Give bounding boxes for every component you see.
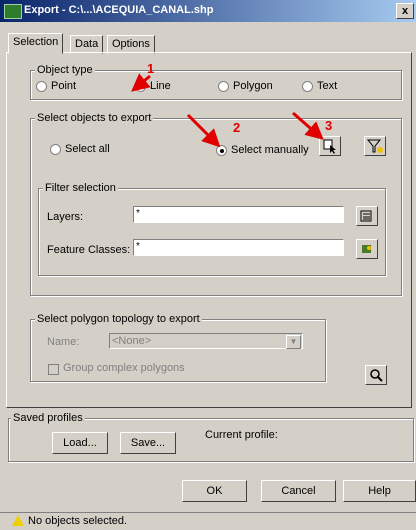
radio-point[interactable] <box>36 81 47 92</box>
annotation-2: 2 <box>233 120 241 135</box>
feature-class-icon <box>362 245 371 253</box>
radio-line[interactable] <box>135 81 146 92</box>
radio-polygon-label: Polygon <box>233 80 273 92</box>
select-objects-label: Select objects to export <box>35 112 154 124</box>
radio-select-manually-label: Select manually <box>231 144 309 156</box>
radio-polygon[interactable] <box>218 81 229 92</box>
radio-text-label: Text <box>317 80 338 92</box>
topology-name-label: Name: <box>47 336 80 348</box>
pick-objects-button[interactable] <box>319 136 341 156</box>
help-button[interactable]: Help <box>343 480 416 502</box>
cancel-button[interactable]: Cancel <box>261 480 336 502</box>
radio-select-all[interactable] <box>50 144 61 155</box>
layers-label: Layers: <box>47 211 84 223</box>
magnifier-icon <box>370 369 383 382</box>
filter-selection-label: Filter selection <box>43 182 118 194</box>
filter-icon <box>366 139 383 153</box>
layers-browse-button[interactable] <box>356 206 378 226</box>
saved-profiles-label: Saved profiles <box>11 412 85 424</box>
radio-line-label: Line <box>150 80 171 92</box>
title-bar: Export - C:\...\ACEQUIA_CANAL.shp x <box>0 0 416 22</box>
radio-select-all-label: Select all <box>65 143 110 155</box>
feature-classes-label: Feature Classes: <box>47 244 131 256</box>
chevron-down-icon: ▼ <box>286 335 301 349</box>
annotation-3: 3 <box>325 118 333 133</box>
object-type-label: Object type <box>35 64 95 76</box>
close-button[interactable]: x <box>396 3 414 19</box>
load-profile-button[interactable]: Load... <box>52 432 108 454</box>
tab-selection[interactable]: Selection <box>8 33 64 54</box>
zoom-button[interactable] <box>365 365 387 385</box>
filter-selection-group <box>38 188 386 276</box>
layers-input[interactable]: * <box>133 206 344 223</box>
save-profile-button[interactable]: Save... <box>120 432 176 454</box>
status-text: No objects selected. <box>28 515 128 527</box>
group-complex-label: Group complex polygons <box>63 362 185 374</box>
annotation-1: 1 <box>147 61 155 76</box>
warning-icon <box>12 515 24 526</box>
topology-name-value: <None> <box>112 335 152 347</box>
topology-label: Select polygon topology to export <box>35 313 202 325</box>
feature-classes-input[interactable]: * <box>133 239 344 256</box>
group-complex-checkbox[interactable] <box>48 364 59 375</box>
window-title: Export - C:\...\ACEQUIA_CANAL.shp <box>24 4 214 16</box>
pick-cursor-icon <box>323 139 336 154</box>
filter-button[interactable] <box>364 136 386 156</box>
feature-classes-browse-button[interactable] <box>356 239 378 259</box>
layers-icon <box>360 210 372 222</box>
radio-text[interactable] <box>302 81 313 92</box>
radio-point-label: Point <box>51 80 77 92</box>
radio-select-manually[interactable] <box>216 145 227 156</box>
ok-button[interactable]: OK <box>182 480 247 502</box>
current-profile-label: Current profile: <box>205 429 278 441</box>
topology-name-select[interactable]: <None> ▼ <box>109 333 303 349</box>
app-icon <box>4 4 22 19</box>
